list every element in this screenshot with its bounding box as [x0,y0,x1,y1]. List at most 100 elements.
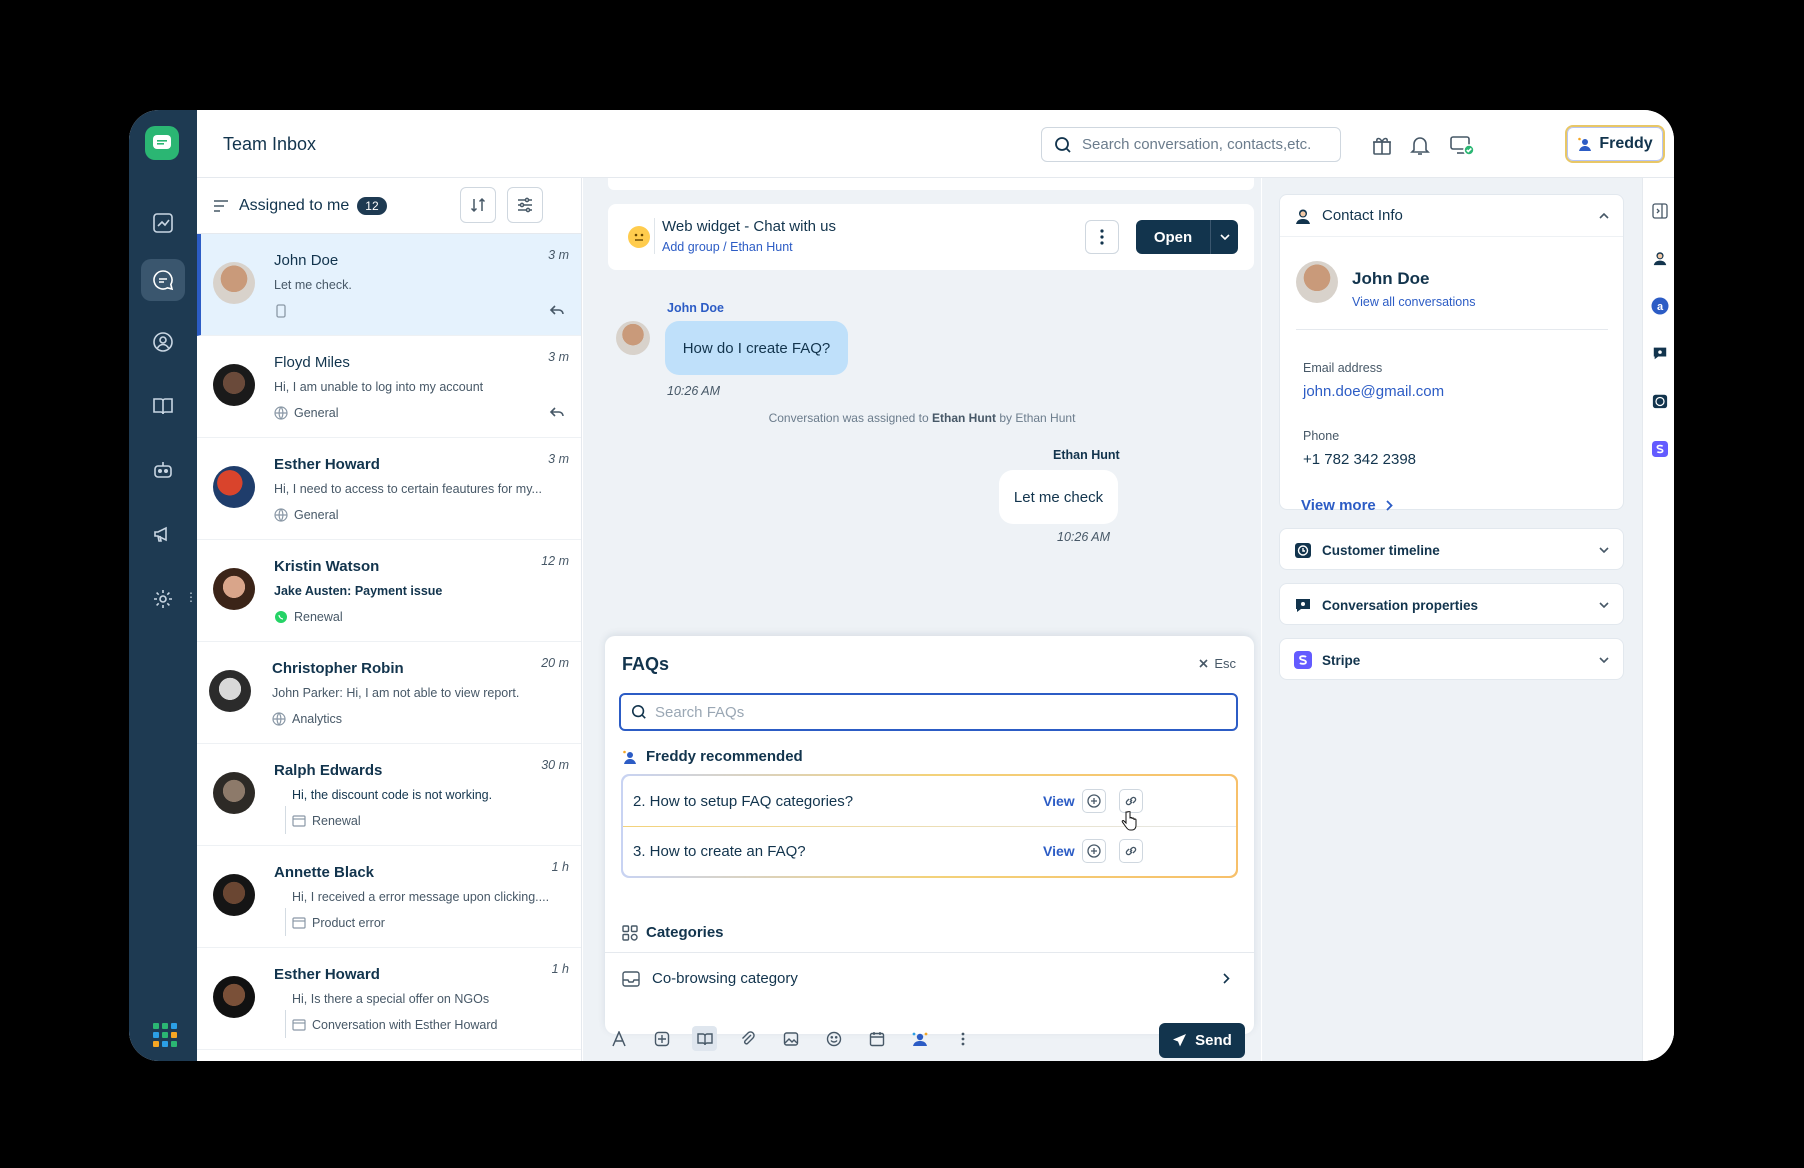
conversation-item[interactable]: Christopher Robin John Parker: Hi, I am … [197,642,581,744]
bot-icon[interactable] [141,449,185,491]
status-dropdown-button[interactable]: Open [1136,220,1238,254]
conversation-item[interactable]: Ralph Edwards Hi, the discount code is n… [197,744,581,846]
faq-item[interactable]: 3. How to create an FAQ? View [623,826,1236,876]
system-event: Conversation was assigned to Ethan Hunt … [583,411,1261,425]
faq-item[interactable]: 2. How to setup FAQ categories? View [623,776,1236,826]
timeline-app-icon[interactable] [1651,392,1669,410]
avatar [213,568,255,610]
properties-app-icon[interactable] [1651,344,1669,362]
email-icon [292,916,306,930]
conversation-time: 3 m [548,248,569,262]
view-more-label: View more [1301,497,1376,514]
add-group-link[interactable]: Add group [662,240,720,254]
sentiment-emoji-icon[interactable] [628,226,650,248]
text-format-icon[interactable] [606,1026,631,1051]
stripe-accordion[interactable]: Stripe [1279,638,1624,680]
accordion-header[interactable]: Customer timeline [1280,529,1623,571]
global-search[interactable]: Search conversation, contacts,etc. [1041,127,1341,162]
app-a-icon[interactable]: a [1651,297,1669,315]
assigned-agent-link[interactable]: Ethan Hunt [730,240,793,254]
chevron-down-icon[interactable] [1599,657,1609,663]
stripe-app-icon[interactable] [1651,440,1669,458]
faq-title: FAQs [622,654,670,674]
status-label[interactable]: Open [1136,220,1210,254]
subtitle-separator: / [719,240,731,254]
more-actions-button[interactable] [1085,220,1119,254]
conversation-item[interactable]: Annette Black Hi, I received a error mes… [197,846,581,948]
freddy-assist-icon[interactable] [907,1026,932,1051]
sliders-icon [518,197,532,213]
quote-bar [285,908,286,936]
avatar [213,466,255,508]
faq-search-field[interactable] [619,693,1238,731]
contact-sidebar: Contact Info John Doe View all conversat… [1262,178,1674,1061]
dashboard-icon[interactable] [141,202,185,244]
conversation-item[interactable]: Floyd Miles Hi, I am unable to log into … [197,336,581,438]
chevron-up-icon[interactable] [1599,212,1609,219]
collapse-panel-icon[interactable] [1651,202,1669,220]
group-tag: Product error [312,916,385,930]
copy-link-icon[interactable] [1119,839,1143,863]
sort-button[interactable] [460,187,496,223]
message-sender: Ethan Hunt [1053,448,1120,462]
more-vertical-icon[interactable] [950,1026,975,1051]
conversation-item[interactable]: Esther Howard Hi, Is there a special off… [197,948,581,1050]
app-logo-icon[interactable] [145,126,179,160]
chevron-down-icon[interactable] [1599,602,1609,608]
email-icon [292,1018,306,1032]
calendar-icon[interactable] [864,1026,889,1051]
faq-book-icon[interactable] [692,1026,717,1051]
settings-gear-icon[interactable] [141,578,185,620]
chevron-down-icon[interactable] [1210,220,1238,254]
avatar [213,874,255,916]
conversation-item[interactable]: Kristin Watson Jake Austen: Payment issu… [197,540,581,642]
previous-card-edge [608,178,1254,190]
insert-plus-icon[interactable] [1082,789,1106,813]
outgoing-message: Let me check [999,470,1118,524]
view-link[interactable]: View [1043,793,1075,809]
view-more-link[interactable]: View more [1301,497,1393,514]
divider [654,218,655,254]
gift-icon[interactable] [1369,132,1395,158]
copy-link-icon[interactable] [1119,789,1143,813]
canned-response-icon[interactable] [649,1026,674,1051]
more-vertical-icon[interactable]: ⋮ [185,590,197,604]
campaigns-megaphone-icon[interactable] [141,513,185,555]
contact-info-header[interactable]: Contact Info [1280,195,1623,237]
attachment-icon[interactable] [735,1026,760,1051]
conversation-item[interactable]: Esther Howard Hi, I need to access to ce… [197,438,581,540]
email-value[interactable]: john.doe@gmail.com [1303,383,1444,400]
customer-timeline-accordion[interactable]: Customer timeline [1279,528,1624,570]
freddy-ai-button[interactable]: Freddy [1565,125,1665,163]
send-button[interactable]: Send [1159,1023,1245,1058]
filter-button[interactable] [507,187,543,223]
conversation-item[interactable]: John Doe Let me check. 3 m [197,234,581,336]
phone-label: Phone [1303,429,1340,443]
category-item[interactable]: Co-browsing category [605,952,1254,1004]
knowledge-base-icon[interactable] [141,385,185,427]
contact-app-icon[interactable] [1651,249,1669,267]
image-icon[interactable] [778,1026,803,1051]
apps-grid-icon[interactable] [153,1023,177,1047]
conversation-properties-accordion[interactable]: Conversation properties [1279,583,1624,625]
contacts-icon[interactable] [141,321,185,363]
accordion-header[interactable]: Stripe [1280,639,1623,681]
insert-plus-icon[interactable] [1082,839,1106,863]
chevron-down-icon[interactable] [1599,547,1609,553]
contact-avatar [1296,261,1338,303]
categories-heading: Categories [622,924,724,941]
view-label[interactable]: Assigned to me [239,197,349,215]
group-tag: Renewal [294,610,343,624]
conversation-time: 3 m [548,350,569,364]
emoji-icon[interactable] [821,1026,846,1051]
inbox-icon[interactable] [141,259,185,301]
view-link[interactable]: View [1043,843,1075,859]
faq-search-input[interactable] [655,703,1215,721]
view-all-conversations-link[interactable]: View all conversations [1352,295,1475,309]
accordion-header[interactable]: Conversation properties [1280,584,1623,626]
close-faq-button[interactable]: Esc [1199,656,1236,671]
search-icon [1055,136,1071,153]
filter-lines-icon[interactable] [213,199,229,213]
agent-status-icon[interactable] [1449,132,1475,158]
bell-icon[interactable] [1407,132,1433,158]
